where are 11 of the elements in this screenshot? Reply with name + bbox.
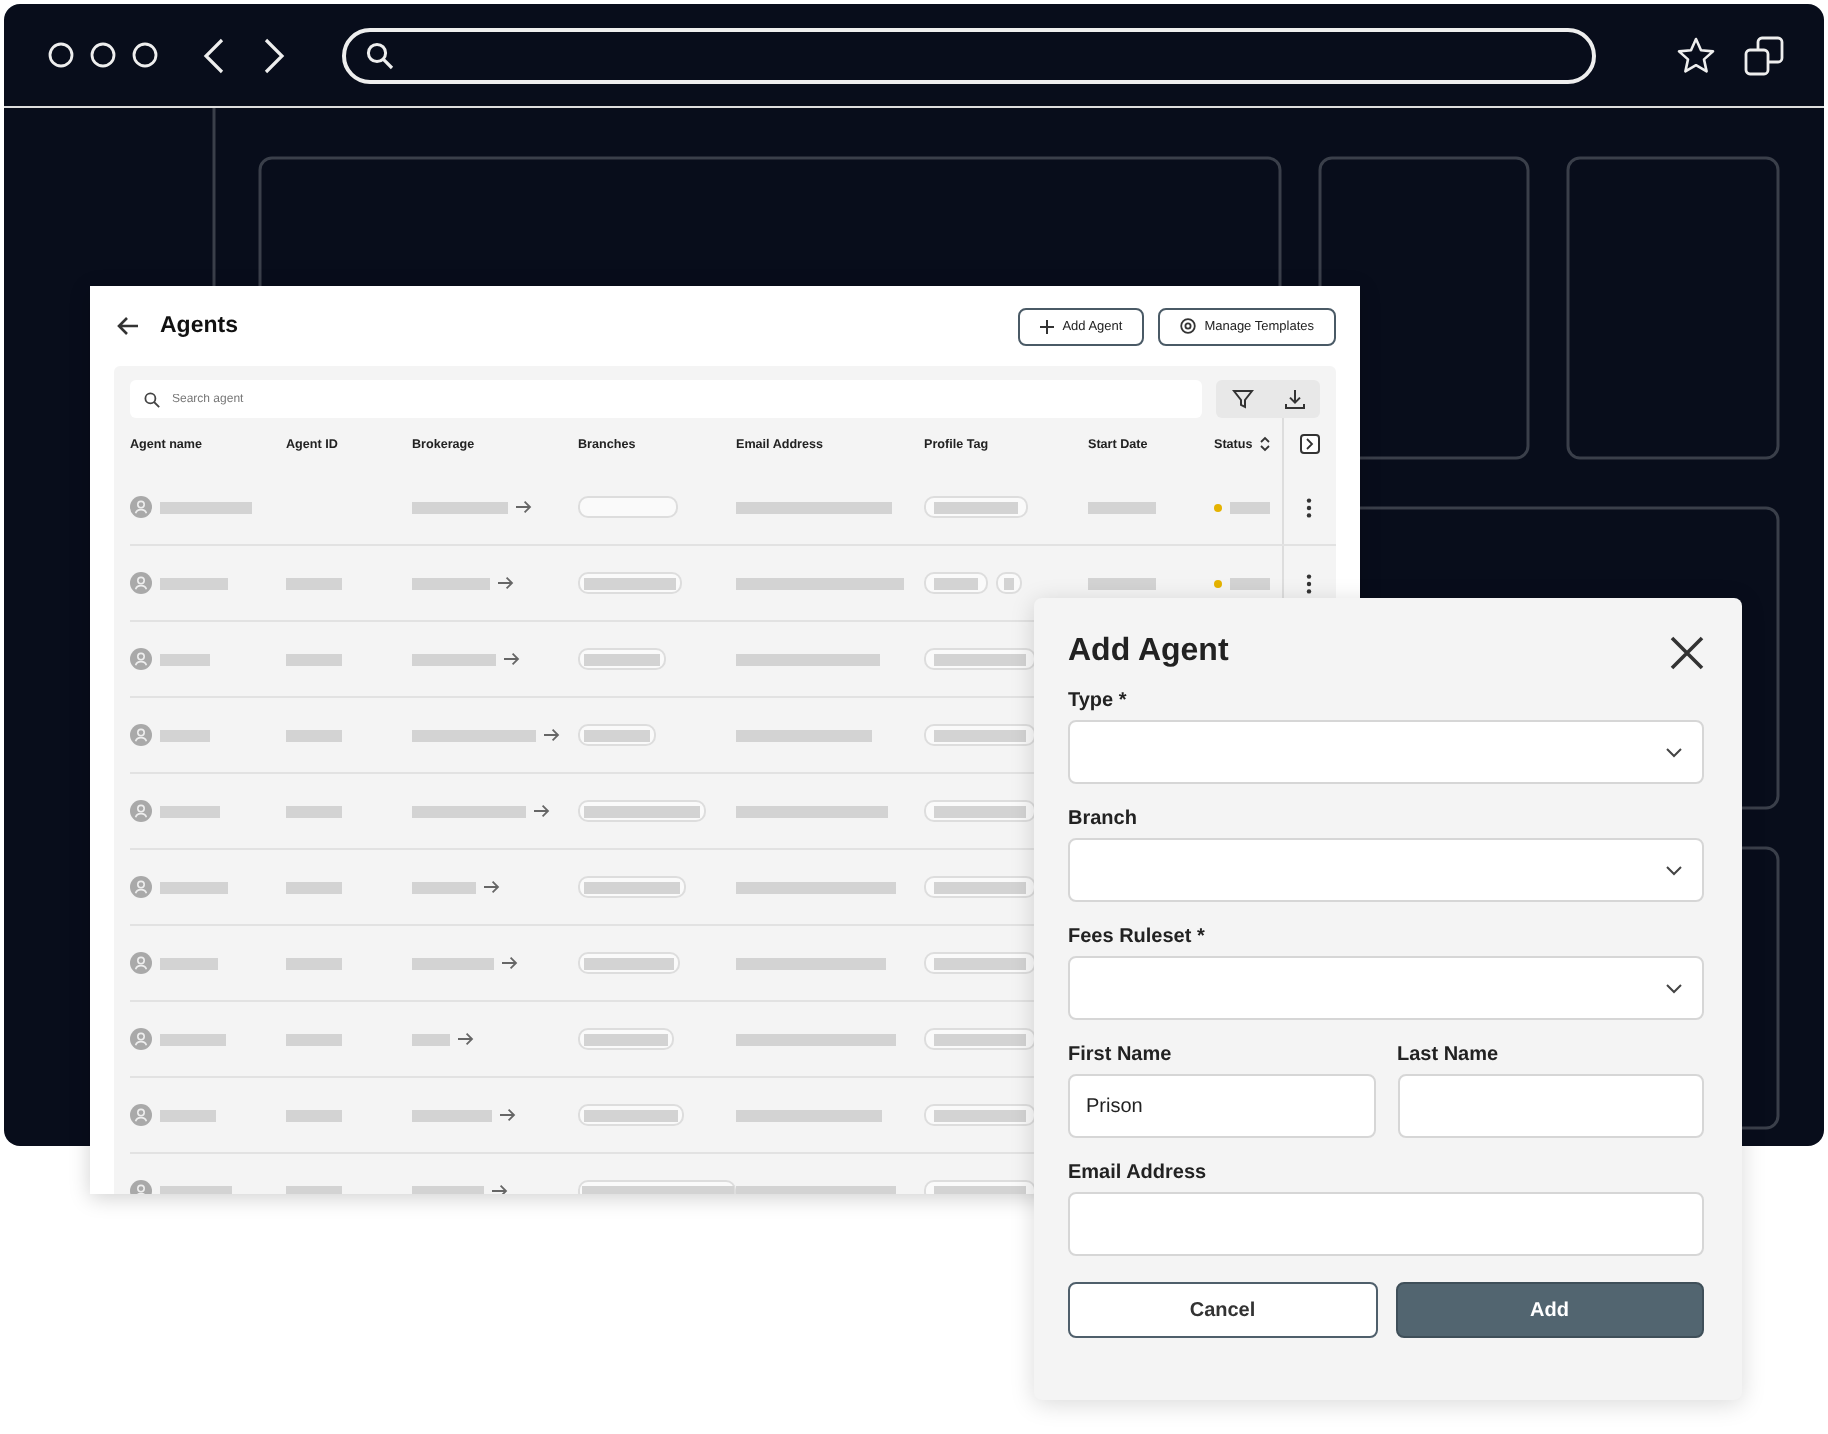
field-label: Branch [1068,808,1139,830]
cancel-button[interactable]: Cancel [1068,1282,1377,1338]
field-label: Type * [1068,690,1129,712]
field-label: Last Name [1397,1044,1501,1066]
dialog-title: Add Agent [1068,634,1229,670]
add-button[interactable]: Add [1395,1282,1704,1338]
input-field[interactable]: Prison [1068,1074,1375,1138]
page-title: Agents [160,314,238,338]
field-label: First Name [1068,1044,1174,1066]
field-label: Email Address [1068,1162,1209,1184]
field-label: Fees Ruleset * [1068,926,1207,948]
